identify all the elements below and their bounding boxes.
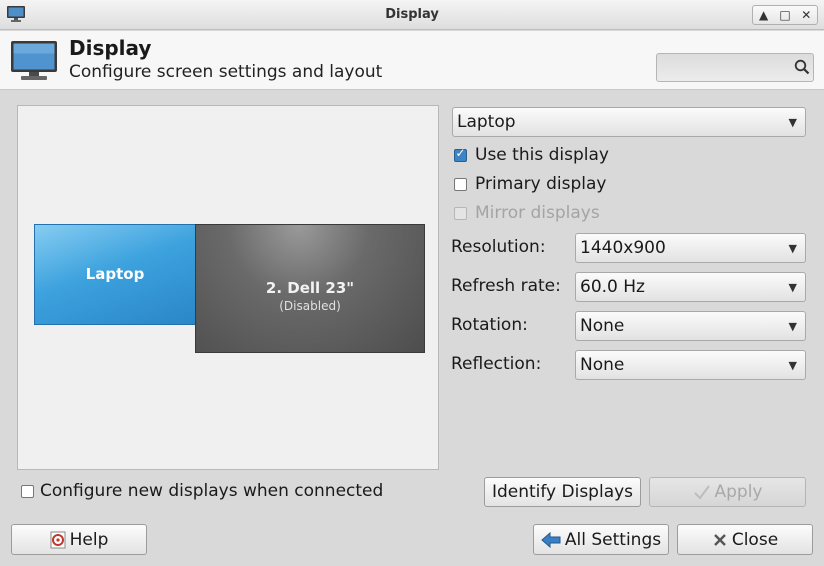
identify-displays-button[interactable]: Identify Displays bbox=[484, 477, 641, 507]
window-close-icon[interactable]: ✕ bbox=[796, 6, 817, 24]
page-title: Display bbox=[69, 36, 152, 60]
apply-button: Apply bbox=[649, 477, 806, 507]
window-title: Display bbox=[385, 7, 439, 22]
primary-display-checkbox[interactable]: Primary display bbox=[454, 174, 754, 196]
monitor-label: Laptop bbox=[85, 265, 145, 283]
button-label: Apply bbox=[714, 482, 763, 502]
window-controls: ▲ □ ✕ bbox=[752, 5, 818, 25]
dropdown-arrow-icon: ▼ bbox=[788, 242, 797, 255]
reflection-value: None bbox=[580, 355, 625, 375]
mirror-displays-checkbox: Mirror displays bbox=[454, 203, 754, 225]
refresh-rate-select[interactable]: 60.0 Hz ▼ bbox=[575, 272, 806, 302]
use-display-checkbox[interactable]: Use this display bbox=[454, 145, 754, 167]
monitor-status: (Disabled) bbox=[279, 299, 341, 313]
help-icon bbox=[50, 531, 66, 548]
refresh-rate-label: Refresh rate: bbox=[451, 276, 561, 296]
monitor-label: 2. Dell 23" bbox=[265, 279, 355, 297]
checkbox-icon[interactable] bbox=[21, 485, 34, 498]
page-subtitle: Configure screen settings and layout bbox=[69, 62, 383, 82]
dropdown-arrow-icon: ▼ bbox=[788, 116, 797, 129]
dropdown-arrow-icon: ▼ bbox=[788, 359, 797, 372]
all-settings-button[interactable]: All Settings bbox=[533, 524, 669, 555]
display-preview: Laptop 2. Dell 23" (Disabled) bbox=[17, 105, 439, 470]
display-select-value: Laptop bbox=[457, 112, 516, 132]
header: Display Configure screen settings and la… bbox=[0, 31, 824, 90]
title-bar: Display ▲ □ ✕ bbox=[0, 0, 824, 30]
button-label: Close bbox=[731, 529, 779, 550]
resolution-value: 1440x900 bbox=[580, 238, 666, 258]
reflection-select[interactable]: None ▼ bbox=[575, 350, 806, 380]
rotation-select[interactable]: None ▼ bbox=[575, 311, 806, 341]
maximize-arrow-icon[interactable]: ▲ bbox=[753, 6, 774, 24]
rotation-value: None bbox=[580, 316, 625, 336]
button-label: Help bbox=[69, 529, 109, 550]
monitor-laptop[interactable]: Laptop bbox=[34, 224, 196, 325]
button-label: Identify Displays bbox=[491, 482, 634, 502]
close-x-icon bbox=[713, 533, 726, 546]
checkbox-label: Primary display bbox=[475, 174, 607, 194]
checkbox-label: Use this display bbox=[475, 145, 609, 165]
checkbox-icon bbox=[454, 207, 467, 220]
reflection-label: Reflection: bbox=[451, 354, 542, 374]
dropdown-arrow-icon: ▼ bbox=[788, 320, 797, 333]
display-select[interactable]: Laptop ▼ bbox=[452, 107, 806, 137]
close-button[interactable]: Close bbox=[677, 524, 813, 555]
checkbox-checked-icon[interactable] bbox=[454, 146, 467, 162]
refresh-rate-value: 60.0 Hz bbox=[580, 277, 645, 297]
restore-icon[interactable]: □ bbox=[774, 6, 795, 24]
checkbox-label: Configure new displays when connected bbox=[40, 481, 384, 501]
checkbox-icon[interactable] bbox=[454, 178, 467, 191]
checkbox-label: Mirror displays bbox=[475, 203, 600, 223]
help-button[interactable]: Help bbox=[11, 524, 147, 555]
search-input[interactable] bbox=[661, 57, 793, 80]
monitor-dell[interactable]: 2. Dell 23" (Disabled) bbox=[195, 224, 425, 353]
resolution-label: Resolution: bbox=[451, 237, 546, 257]
checkmark-icon bbox=[693, 485, 710, 500]
search-icon[interactable] bbox=[794, 59, 810, 75]
button-label: All Settings bbox=[564, 529, 662, 550]
back-arrow-icon bbox=[541, 531, 561, 548]
dropdown-arrow-icon: ▼ bbox=[788, 281, 797, 294]
search-box[interactable] bbox=[656, 53, 814, 82]
rotation-label: Rotation: bbox=[451, 315, 528, 335]
resolution-select[interactable]: 1440x900 ▼ bbox=[575, 233, 806, 263]
monitor-icon bbox=[10, 40, 58, 82]
configure-new-displays-checkbox[interactable]: Configure new displays when connected bbox=[21, 481, 421, 503]
